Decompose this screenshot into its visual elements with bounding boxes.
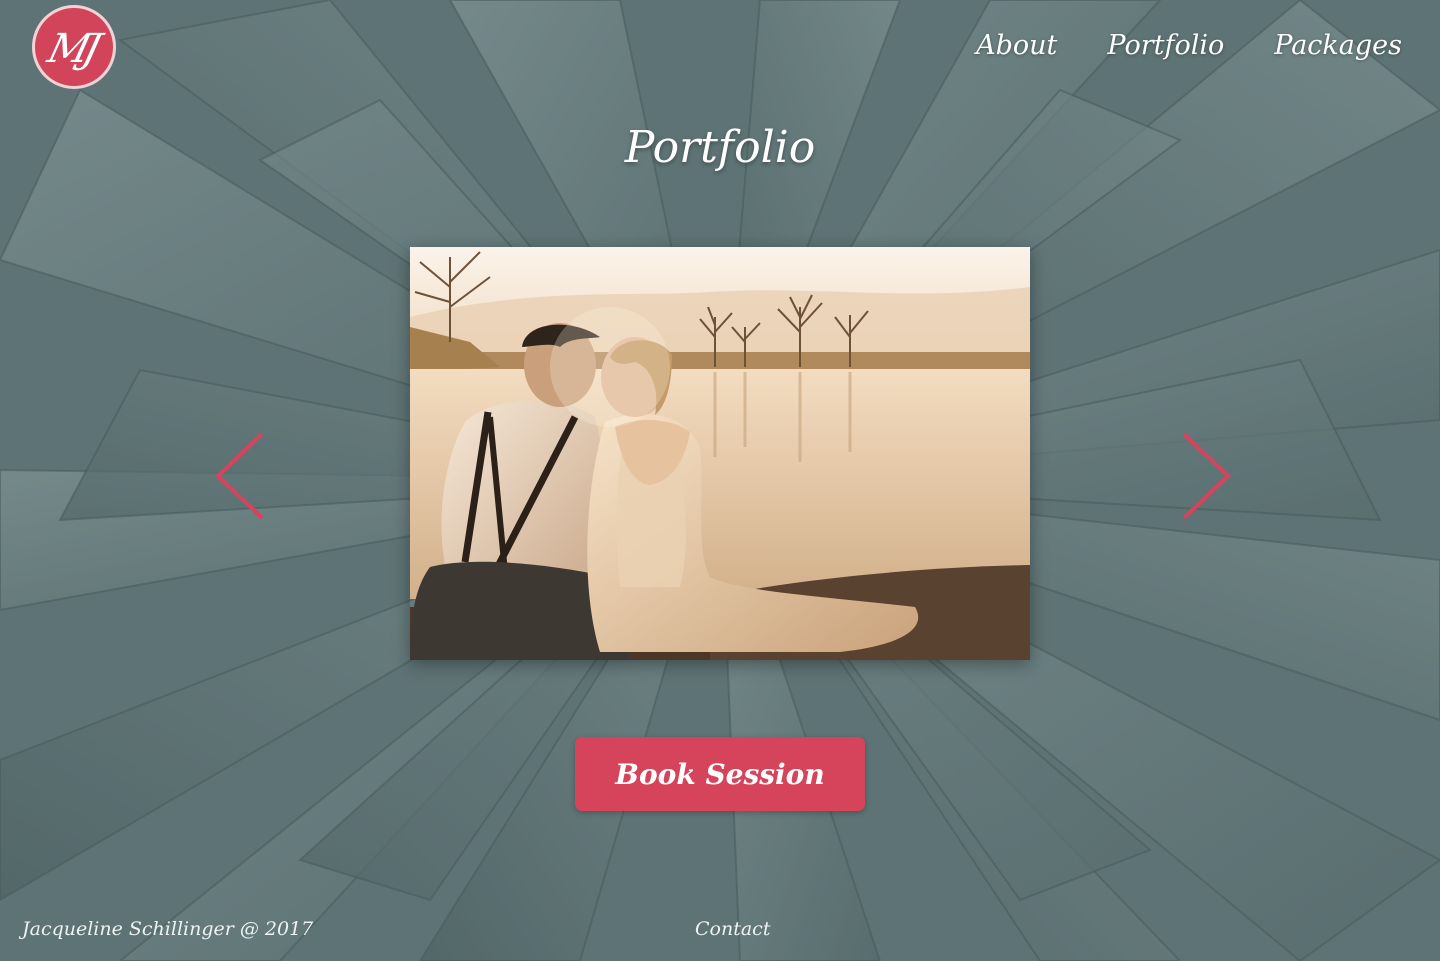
chevron-left-icon: [215, 432, 264, 520]
logo-monogram: MJ: [43, 26, 100, 72]
carousel-next-button[interactable]: [1176, 430, 1236, 522]
chevron-right-icon: [1182, 432, 1231, 520]
page-title: Portfolio: [624, 122, 816, 173]
footer-contact-link[interactable]: Contact: [695, 918, 770, 940]
carousel-prev-button[interactable]: [210, 430, 270, 522]
nav-link-portfolio[interactable]: Portfolio: [1107, 30, 1224, 61]
page: MJ About Portfolio Packages Portfolio Bo…: [0, 0, 1440, 961]
main-nav: About Portfolio Packages: [976, 30, 1402, 61]
footer-copyright: Jacqueline Schillinger @ 2017: [22, 918, 314, 940]
portfolio-photo[interactable]: [410, 247, 1030, 660]
nav-link-packages[interactable]: Packages: [1274, 30, 1402, 61]
nav-link-about[interactable]: About: [976, 30, 1057, 61]
wedding-couple-image: [410, 247, 1030, 660]
logo[interactable]: MJ: [32, 5, 116, 89]
book-session-button[interactable]: Book Session: [575, 737, 865, 811]
